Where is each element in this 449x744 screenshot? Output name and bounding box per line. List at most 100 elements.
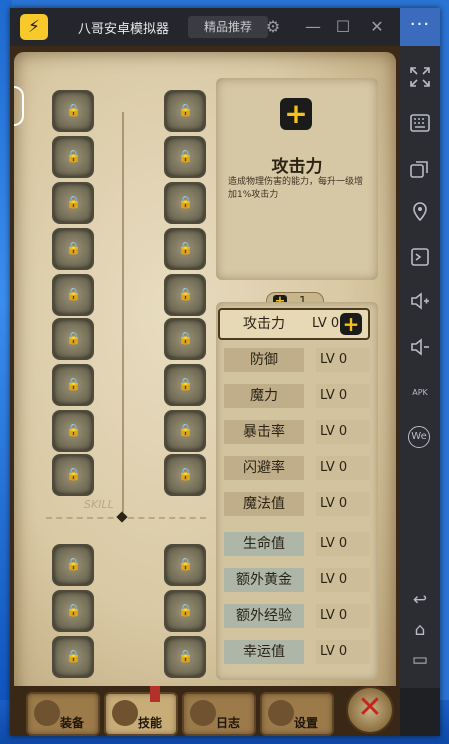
tab-log[interactable]: 日志 — [182, 692, 256, 736]
skill-node-locked[interactable]: 🔒 — [164, 228, 206, 270]
screenshot-icon[interactable] — [408, 246, 432, 270]
skill-node-locked[interactable]: 🔒 — [52, 90, 94, 132]
app-title: 八哥安卓模拟器 — [78, 22, 170, 37]
skill-node-locked[interactable]: 🔒 — [164, 454, 206, 496]
app-logo-icon: ⚡ — [20, 14, 48, 40]
skill-tree-spine — [122, 112, 124, 512]
skill-node-locked[interactable]: 🔒 — [52, 274, 94, 316]
skill-node-locked[interactable]: 🔒 — [164, 90, 206, 132]
stat-row[interactable]: 闪避率 LV 0 — [220, 454, 370, 482]
skill-node-locked[interactable]: 🔒 — [164, 274, 206, 316]
tab-label: 装备 — [60, 716, 85, 730]
skill-node-locked[interactable]: 🔒 — [164, 636, 206, 678]
skill-node-locked[interactable]: 🔒 — [164, 410, 206, 452]
skill-node-locked[interactable]: 🔒 — [52, 454, 94, 496]
lock-icon: 🔒 — [66, 149, 81, 163]
title-bar: ⚡ 八哥安卓模拟器 精品推荐 ⚙ — ☐ ✕ — [10, 8, 400, 46]
add-point-button[interactable]: + — [340, 313, 362, 335]
stat-name: 魔法值 — [224, 492, 304, 516]
edge-handle — [14, 86, 24, 126]
tab-label: 技能 — [138, 716, 163, 730]
close-x-icon: ✕ — [357, 690, 383, 725]
recent-apps-icon[interactable]: ▭ — [408, 648, 432, 672]
stat-name: 防御 — [224, 348, 304, 372]
lock-icon: 🔒 — [66, 195, 81, 209]
stat-row-selected[interactable]: 攻击力 LV 0 + — [218, 308, 370, 340]
multi-window-icon[interactable] — [408, 158, 432, 182]
lock-icon: 🔒 — [178, 557, 193, 571]
lock-icon: 🔒 — [66, 103, 81, 117]
tab-equipment[interactable]: 装备 — [26, 692, 100, 736]
stat-level: LV 0 — [316, 348, 370, 372]
emulator-window: ⚡ 八哥安卓模拟器 精品推荐 ⚙ — ☐ ✕ ··· APK We ↩ ⌂ ▭ … — [10, 8, 440, 736]
volume-down-icon[interactable] — [408, 336, 432, 360]
apk-install-icon[interactable]: APK — [408, 380, 432, 404]
stat-level: LV 0 — [316, 492, 370, 516]
skill-node-locked[interactable]: 🔒 — [52, 590, 94, 632]
skill-node-locked[interactable]: 🔒 — [52, 544, 94, 586]
tab-skills[interactable]: 技能 — [104, 692, 178, 736]
emulator-sidebar: ··· APK We ↩ ⌂ ▭ — [400, 8, 440, 688]
lock-icon: 🔒 — [178, 331, 193, 345]
maximize-icon[interactable]: ☐ — [332, 16, 354, 38]
lock-icon: 🔒 — [178, 423, 193, 437]
skills-icon — [112, 700, 138, 726]
close-icon[interactable]: ✕ — [366, 16, 388, 38]
lock-icon: 🔒 — [66, 377, 81, 391]
location-icon[interactable] — [408, 200, 432, 224]
stat-row[interactable]: 幸运值 LV 0 — [220, 638, 370, 666]
game-screen: 🔒 🔒 🔒 🔒 🔒 🔒 🔒 🔒 🔒 🔒 🔒 🔒 🔒 🔒 🔒 🔒 🔒 🔒 🔒 🔒 … — [10, 46, 400, 736]
recommend-button[interactable]: 精品推荐 — [188, 16, 268, 38]
stat-row[interactable]: 生命值 LV 0 — [220, 530, 370, 558]
close-game-button[interactable]: ✕ — [346, 686, 394, 734]
lock-icon: 🔒 — [178, 241, 193, 255]
home-icon[interactable]: ⌂ — [408, 618, 432, 642]
settings-icon — [268, 700, 294, 726]
fullscreen-icon[interactable] — [408, 66, 432, 90]
stat-name: 生命值 — [224, 532, 304, 556]
lock-icon: 🔒 — [178, 467, 193, 481]
volume-up-icon[interactable] — [408, 290, 432, 314]
skill-node-locked[interactable]: 🔒 — [52, 636, 94, 678]
stat-name: 魔力 — [224, 384, 304, 408]
bottom-tab-bar: 装备 技能 日志 设置 ✕ — [10, 686, 400, 736]
skill-node-locked[interactable]: 🔒 — [52, 318, 94, 360]
skill-node-locked[interactable]: 🔒 — [52, 364, 94, 406]
skill-node-locked[interactable]: 🔒 — [52, 228, 94, 270]
back-icon[interactable]: ↩ — [408, 588, 432, 612]
skill-node-locked[interactable]: 🔒 — [164, 590, 206, 632]
stat-row[interactable]: 魔力 LV 0 — [220, 382, 370, 410]
skill-node-locked[interactable]: 🔒 — [52, 410, 94, 452]
keyboard-icon[interactable] — [408, 112, 432, 136]
wechat-icon[interactable]: We — [408, 426, 430, 448]
skill-node-locked[interactable]: 🔒 — [164, 318, 206, 360]
skill-parchment: 🔒 🔒 🔒 🔒 🔒 🔒 🔒 🔒 🔒 🔒 🔒 🔒 🔒 🔒 🔒 🔒 🔒 🔒 🔒 🔒 … — [14, 52, 396, 702]
stat-row[interactable]: 额外经验 LV 0 — [220, 602, 370, 630]
more-options-button[interactable]: ··· — [400, 8, 440, 46]
tab-label: 设置 — [294, 716, 319, 730]
skill-node-locked[interactable]: 🔒 — [52, 182, 94, 224]
active-bookmark-icon — [150, 686, 160, 702]
stat-level: LV 0 — [316, 604, 370, 628]
stat-row[interactable]: 魔法值 LV 0 — [220, 490, 370, 518]
lock-icon: 🔒 — [178, 149, 193, 163]
tab-settings[interactable]: 设置 — [260, 692, 334, 736]
lock-icon: 🔒 — [178, 103, 193, 117]
skill-node-locked[interactable]: 🔒 — [52, 136, 94, 178]
skill-node-locked[interactable]: 🔒 — [164, 364, 206, 406]
stat-row[interactable]: 防御 LV 0 — [220, 346, 370, 374]
stat-level: LV 0 — [316, 456, 370, 480]
gear-icon[interactable]: ⚙ — [262, 16, 284, 38]
lock-icon: 🔒 — [66, 241, 81, 255]
minimize-icon[interactable]: — — [302, 16, 324, 38]
equipment-icon — [34, 700, 60, 726]
stat-row[interactable]: 暴击率 LV 0 — [220, 418, 370, 446]
skill-node-locked[interactable]: 🔒 — [164, 136, 206, 178]
skill-node-locked[interactable]: 🔒 — [164, 544, 206, 586]
lock-icon: 🔒 — [178, 195, 193, 209]
skill-node-locked[interactable]: 🔒 — [164, 182, 206, 224]
stat-level: LV 0 — [316, 420, 370, 444]
stat-level: LV 0 — [316, 640, 370, 664]
detail-description: 造成物理伤害的能力，每升一级增加1%攻击力 — [228, 177, 364, 200]
stat-row[interactable]: 额外黄金 LV 0 — [220, 566, 370, 594]
